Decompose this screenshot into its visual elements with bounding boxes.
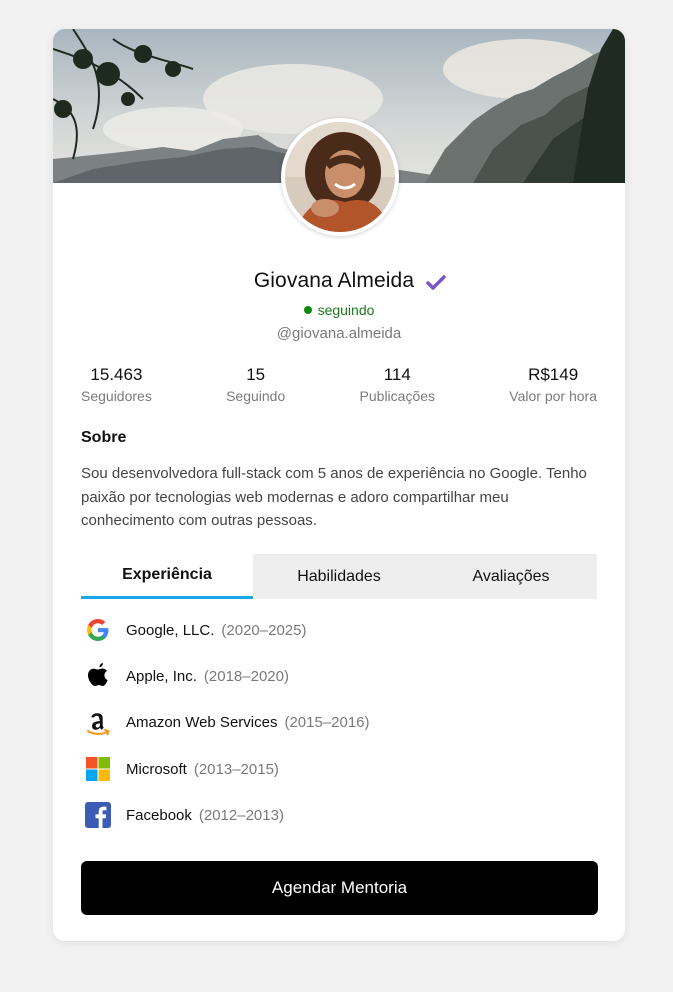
profile-name: Giovana Almeida <box>253 269 415 292</box>
tab-experience[interactable]: Experiência <box>81 554 253 599</box>
company-name: Microsoft <box>126 760 187 778</box>
stat-label: Valor por hora <box>509 388 597 404</box>
status-dot-icon <box>303 306 312 314</box>
schedule-mentoring-button[interactable]: Agendar Mentoria <box>81 861 598 915</box>
amazon-icon <box>82 707 114 739</box>
stat-label: Seguidores <box>81 388 152 404</box>
stats-row: 15.463 Seguidores 15 Seguindo 114 Public… <box>81 365 597 404</box>
name-row: Giovana Almeida <box>53 269 625 293</box>
stat-following: 15 Seguindo <box>226 365 285 404</box>
microsoft-icon <box>82 753 114 785</box>
stat-label: Publicações <box>359 388 436 404</box>
company-period: (2012–2013) <box>198 806 284 824</box>
experience-list: Google, LLC. (2020–2025) Apple, Inc. (20… <box>81 607 597 838</box>
stat-posts: 114 Publicações <box>360 365 436 404</box>
stat-value: 15 <box>246 365 266 384</box>
company-period: (2018–2020) <box>203 667 289 685</box>
avatar <box>281 118 399 236</box>
company-name: Facebook <box>126 806 192 824</box>
about-title: Sobre <box>81 429 127 446</box>
google-icon <box>82 614 114 646</box>
stat-value: R$149 <box>528 365 579 384</box>
status-text: seguindo <box>317 302 375 318</box>
apple-icon <box>82 660 114 692</box>
list-item: Google, LLC. (2020–2025) <box>81 607 597 653</box>
stat-label: Seguindo <box>226 388 286 404</box>
tab-reviews[interactable]: Avaliações <box>425 554 597 599</box>
stat-value: 15.463 <box>90 365 143 384</box>
tab-skills[interactable]: Habilidades <box>253 554 425 599</box>
list-item: Amazon Web Services (2015–2016) <box>81 700 597 746</box>
company-period: (2015–2016) <box>284 714 370 732</box>
company-name: Amazon Web Services <box>126 714 278 732</box>
verified-check-icon <box>426 275 446 291</box>
profile-card: Giovana Almeida seguindo @giovana.almeid… <box>53 29 625 941</box>
stat-followers: 15.463 Seguidores <box>81 365 152 404</box>
company-period: (2020–2025) <box>221 621 307 639</box>
company-period: (2013–2015) <box>193 760 279 778</box>
company-name: Google, LLC. <box>126 621 215 639</box>
stat-value: 114 <box>383 365 411 384</box>
list-item: Microsoft (2013–2015) <box>81 746 597 792</box>
follow-status: seguindo <box>53 302 625 318</box>
tab-bar: Experiência Habilidades Avaliações <box>81 554 597 599</box>
profile-handle: @giovana.almeida <box>276 325 402 342</box>
about-text: Sou desenvolvedora full-stack com 5 anos… <box>81 465 587 529</box>
facebook-icon <box>82 799 114 831</box>
list-item: Apple, Inc. (2018–2020) <box>81 653 597 699</box>
company-name: Apple, Inc. <box>126 667 197 685</box>
list-item: Facebook (2012–2013) <box>81 792 597 838</box>
stat-hourly-rate: R$149 Valor por hora <box>509 365 597 404</box>
